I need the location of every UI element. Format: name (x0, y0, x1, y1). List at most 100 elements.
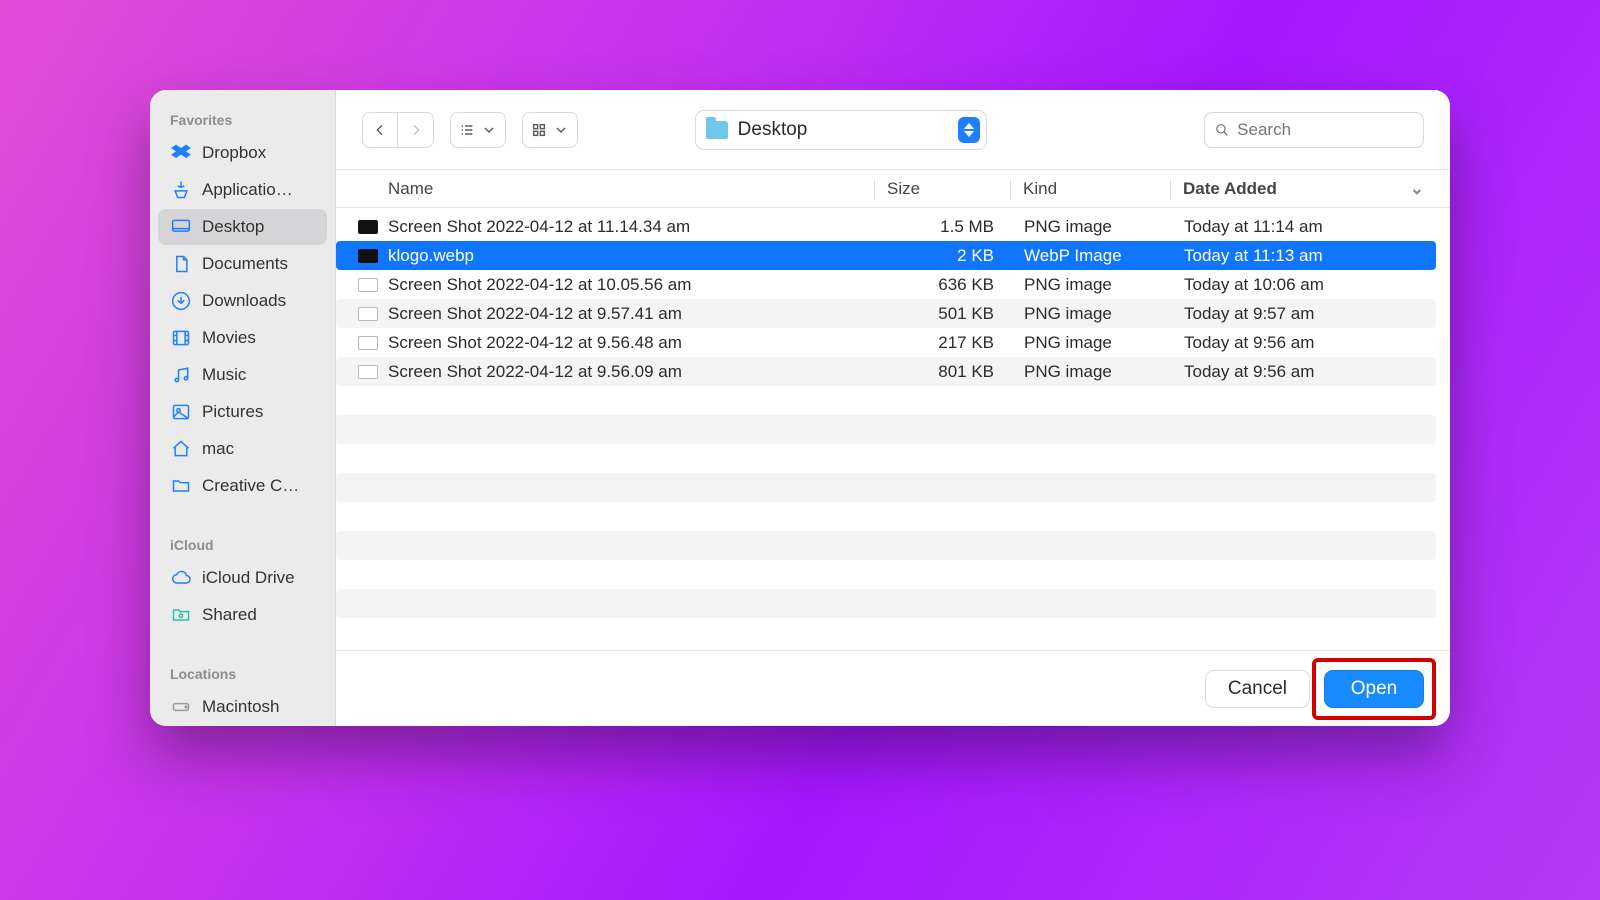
empty-row (336, 502, 1436, 531)
folder-icon (706, 121, 728, 139)
file-size: 2 KB (876, 246, 1012, 266)
chevron-down-icon (481, 122, 497, 138)
sidebar-item-dropbox[interactable]: Dropbox (158, 135, 327, 171)
sidebar-item-label: Music (202, 365, 246, 385)
empty-row (336, 415, 1436, 444)
sidebar-item-movies[interactable]: Movies (158, 320, 327, 356)
file-name: Screen Shot 2022-04-12 at 9.56.09 am (388, 362, 876, 382)
home-icon (170, 438, 192, 460)
sidebar-item-label: Shared (202, 605, 257, 625)
toolbar: Desktop (336, 90, 1450, 170)
file-date: Today at 11:13 am (1172, 246, 1436, 266)
view-grid-button[interactable] (522, 112, 578, 148)
column-size[interactable]: Size (874, 179, 1010, 199)
file-name: Screen Shot 2022-04-12 at 10.05.56 am (388, 275, 876, 295)
file-date: Today at 9:57 am (1172, 304, 1436, 324)
file-name: klogo.webp (388, 246, 876, 266)
file-row[interactable]: Screen Shot 2022-04-12 at 9.56.48 am217 … (336, 328, 1436, 357)
forward-button[interactable] (398, 112, 434, 148)
file-size: 501 KB (876, 304, 1012, 324)
sidebar-item-icloud-drive[interactable]: iCloud Drive (158, 560, 327, 596)
sidebar-item-label: Documents (202, 254, 288, 274)
drive-icon (170, 696, 192, 718)
sidebar-item-label: Desktop (202, 217, 264, 237)
sidebar-item-shared[interactable]: Shared (158, 597, 327, 633)
cancel-button[interactable]: Cancel (1205, 670, 1310, 708)
sidebar-item-home[interactable]: mac (158, 431, 327, 467)
file-thumbnail-icon (356, 218, 380, 236)
file-thumbnail-icon (356, 276, 380, 294)
file-thumbnail-icon (356, 334, 380, 352)
file-date: Today at 11:14 am (1172, 217, 1436, 237)
sidebar-item-creative[interactable]: Creative C… (158, 468, 327, 504)
sidebar-item-label: Movies (202, 328, 256, 348)
view-list-button-group (450, 112, 506, 148)
file-row[interactable]: Screen Shot 2022-04-12 at 10.05.56 am636… (336, 270, 1436, 299)
sidebar-item-label: Macintosh (202, 697, 279, 717)
empty-row (336, 444, 1436, 473)
column-date[interactable]: Date Added ⌄ (1170, 179, 1434, 199)
file-kind: PNG image (1012, 304, 1172, 324)
sidebar-item-desktop[interactable]: Desktop (158, 209, 327, 245)
sidebar-item-music[interactable]: Music (158, 357, 327, 393)
chevron-down-icon (553, 122, 569, 138)
empty-row (336, 473, 1436, 502)
file-kind: PNG image (1012, 217, 1172, 237)
file-row[interactable]: Screen Shot 2022-04-12 at 11.14.34 am1.5… (336, 212, 1436, 241)
file-name: Screen Shot 2022-04-12 at 11.14.34 am (388, 217, 876, 237)
file-name: Screen Shot 2022-04-12 at 9.57.41 am (388, 304, 876, 324)
sidebar-item-label: Creative C… (202, 476, 299, 496)
file-row[interactable]: Screen Shot 2022-04-12 at 9.56.09 am801 … (336, 357, 1436, 386)
dialog-footer: Cancel Open (336, 650, 1450, 726)
file-size: 217 KB (876, 333, 1012, 353)
music-icon (170, 364, 192, 386)
file-date: Today at 10:06 am (1172, 275, 1436, 295)
sidebar-section-favorites: Favorites (150, 106, 335, 134)
path-stepper-icon[interactable] (958, 117, 980, 143)
empty-row (336, 560, 1436, 589)
sidebar-section-locations: Locations (150, 660, 335, 688)
path-selector[interactable]: Desktop (695, 110, 987, 150)
file-size: 636 KB (876, 275, 1012, 295)
file-size: 801 KB (876, 362, 1012, 382)
file-kind: WebP Image (1012, 246, 1172, 266)
file-list[interactable]: Screen Shot 2022-04-12 at 11.14.34 am1.5… (336, 208, 1450, 650)
file-row[interactable]: klogo.webp2 KBWebP ImageToday at 11:13 a… (336, 241, 1436, 270)
view-grid-button-group (522, 112, 578, 148)
sidebar-item-label: Downloads (202, 291, 286, 311)
column-name[interactable]: Name (388, 179, 874, 199)
sidebar-item-macintosh[interactable]: Macintosh (158, 689, 327, 725)
shared-folder-icon (170, 604, 192, 626)
main-panel: Desktop Name Size Kind Date Added ⌄ Scre… (336, 90, 1450, 726)
applications-icon (170, 179, 192, 201)
search-field[interactable] (1204, 112, 1424, 148)
column-header: Name Size Kind Date Added ⌄ (336, 170, 1450, 208)
back-button[interactable] (362, 112, 398, 148)
dropbox-icon (170, 142, 192, 164)
downloads-icon (170, 290, 192, 312)
empty-row (336, 386, 1436, 415)
file-date: Today at 9:56 am (1172, 362, 1436, 382)
sidebar-item-label: mac (202, 439, 234, 459)
file-thumbnail-icon (356, 363, 380, 381)
column-kind[interactable]: Kind (1010, 179, 1170, 199)
pictures-icon (170, 401, 192, 423)
file-date: Today at 9:56 am (1172, 333, 1436, 353)
open-button[interactable]: Open (1324, 670, 1424, 708)
sidebar-item-downloads[interactable]: Downloads (158, 283, 327, 319)
sidebar-item-applications[interactable]: Applicatio… (158, 172, 327, 208)
folder-icon (170, 475, 192, 497)
file-kind: PNG image (1012, 275, 1172, 295)
sidebar-item-label: Dropbox (202, 143, 266, 163)
sidebar-item-pictures[interactable]: Pictures (158, 394, 327, 430)
cloud-icon (170, 567, 192, 589)
column-date-label: Date Added (1183, 179, 1277, 198)
view-list-button[interactable] (450, 112, 506, 148)
sidebar-section-icloud: iCloud (150, 531, 335, 559)
sidebar-item-label: Pictures (202, 402, 263, 422)
current-folder-label: Desktop (738, 119, 808, 141)
sidebar-item-documents[interactable]: Documents (158, 246, 327, 282)
file-kind: PNG image (1012, 333, 1172, 353)
search-input[interactable] (1237, 120, 1413, 140)
file-row[interactable]: Screen Shot 2022-04-12 at 9.57.41 am501 … (336, 299, 1436, 328)
